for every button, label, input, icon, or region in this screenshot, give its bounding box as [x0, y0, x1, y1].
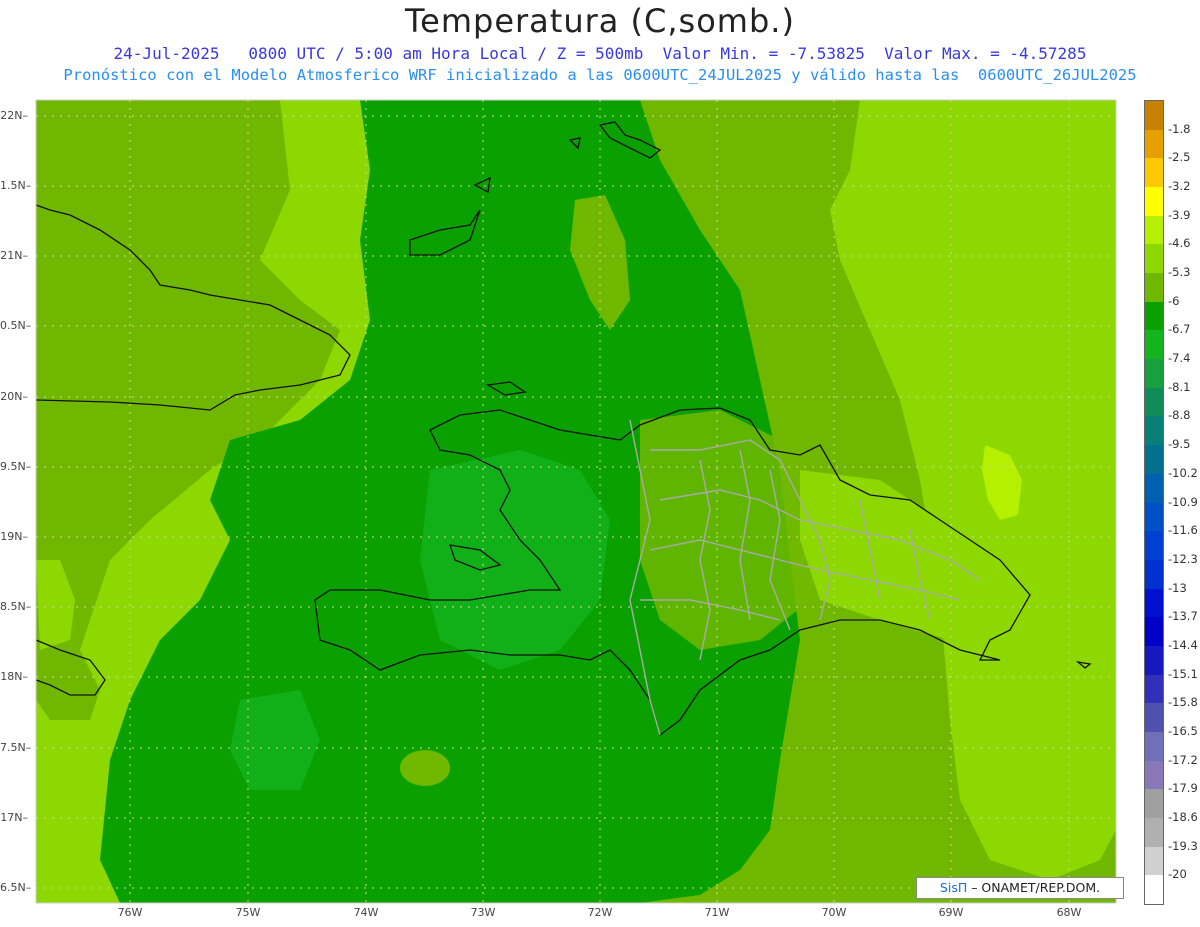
colorbar-swatch [1145, 817, 1163, 848]
lat-tick-label: 18N– [0, 670, 28, 683]
colorbar-label: -7.4 [1168, 351, 1191, 366]
colorbar-label: -3.9 [1168, 207, 1191, 222]
colorbar-swatch [1145, 273, 1163, 303]
subtitle-line-1: 24-Jul-2025 0800 UTC / 5:00 am Hora Loca… [113, 44, 1087, 63]
colorbar-label: -15.1 [1168, 666, 1198, 681]
colorbar-swatch [1145, 645, 1163, 676]
lon-tick-label: 69W [938, 906, 964, 919]
colorbar-label: -13 [1168, 580, 1187, 595]
colorbar-swatch [1145, 674, 1163, 704]
lon-tick-label: 73W [470, 906, 496, 919]
colorbar-swatch [1145, 473, 1163, 503]
lat-tick-label: 1.5N– [0, 179, 32, 192]
colorbar-swatch [1145, 215, 1163, 245]
colorbar-swatch [1145, 875, 1163, 905]
colorbar-swatch [1145, 416, 1163, 446]
colorbar-label: -20 [1168, 867, 1187, 882]
colorbar-label: -16.5 [1168, 723, 1198, 738]
colorbar-swatch [1145, 387, 1163, 417]
colorbar-label: -5.3 [1168, 265, 1191, 280]
lon-tick-label: 76W [117, 906, 143, 919]
lon-tick-label: 71W [704, 906, 730, 919]
colorbar-swatch [1145, 559, 1163, 590]
colorbar-swatch [1145, 301, 1163, 331]
lon-tick-label: 75W [235, 906, 261, 919]
field-mid-patch-south [400, 750, 450, 786]
colorbar-swatch [1145, 129, 1163, 159]
colorbar-swatch [1145, 789, 1163, 819]
lat-tick-label: 21N– [0, 249, 28, 262]
lat-tick-label: 20N– [0, 390, 28, 403]
colorbar-swatch [1145, 330, 1163, 360]
colorbar-label: -11.6 [1168, 523, 1198, 538]
credit-text: – ONAMET/REP.DOM. [967, 880, 1101, 895]
colorbar-swatch [1145, 846, 1163, 876]
lon-tick-label: 70W [821, 906, 847, 919]
colorbar-swatch [1145, 703, 1163, 733]
colorbar-swatch [1145, 244, 1163, 274]
colorbar-label: -17.9 [1168, 781, 1198, 796]
colorbar-label: -9.5 [1168, 437, 1191, 452]
colorbar-label: -8.1 [1168, 379, 1191, 394]
colorbar-label: -17.2 [1168, 752, 1198, 767]
colorbar-label: -6.7 [1168, 322, 1191, 337]
lat-tick-label: 22N– [0, 109, 28, 122]
lon-tick-label: 72W [587, 906, 613, 919]
colorbar [1144, 100, 1164, 905]
colorbar-label: -8.8 [1168, 408, 1191, 423]
colorbar-swatch [1145, 531, 1163, 561]
colorbar-label: -1.8 [1168, 121, 1191, 136]
colorbar-swatch [1145, 445, 1163, 475]
subtitle-line-2: Pronóstico con el Modelo Atmosferico WRF… [63, 66, 1137, 84]
lon-tick-label: 74W [353, 906, 379, 919]
colorbar-label: -10.9 [1168, 494, 1198, 509]
colorbar-label: -12.3 [1168, 551, 1198, 566]
lat-tick-label: 6.5N– [0, 881, 32, 894]
lat-tick-label: 19N– [0, 530, 28, 543]
colorbar-swatch [1145, 760, 1163, 790]
colorbar-label: -19.3 [1168, 838, 1198, 853]
lat-tick-label: 8.5N– [0, 600, 32, 613]
colorbar-swatch [1145, 588, 1163, 618]
credit-box: SisΠ – ONAMET/REP.DOM. [916, 877, 1124, 899]
temperature-map [35, 99, 1117, 904]
colorbar-swatch [1145, 359, 1163, 389]
lat-tick-label: 17N– [0, 811, 28, 824]
lat-tick-label: 9.5N– [0, 460, 32, 473]
colorbar-label: -14.4 [1168, 637, 1198, 652]
colorbar-label: -10.2 [1168, 465, 1198, 480]
colorbar-label: -18.6 [1168, 809, 1198, 824]
colorbar-label: -15.8 [1168, 695, 1198, 710]
colorbar-label: -4.6 [1168, 236, 1191, 251]
colorbar-label: -13.7 [1168, 609, 1198, 624]
colorbar-label: -2.5 [1168, 150, 1191, 165]
colorbar-label: -3.2 [1168, 179, 1191, 194]
colorbar-swatch [1145, 101, 1163, 131]
colorbar-swatch [1145, 731, 1163, 762]
temperature-field [36, 100, 1116, 903]
lat-tick-label: 7.5N– [0, 741, 32, 754]
lat-tick-label: 0.5N– [0, 319, 32, 332]
credit-brand: SisΠ [939, 880, 968, 895]
colorbar-swatch [1145, 617, 1163, 647]
colorbar-label: -6 [1168, 293, 1180, 308]
lon-tick-label: 68W [1056, 906, 1082, 919]
colorbar-swatch [1145, 187, 1163, 217]
map-title: Temperatura (C,somb.) [405, 2, 795, 40]
colorbar-swatch [1145, 502, 1163, 532]
colorbar-swatch [1145, 158, 1163, 188]
